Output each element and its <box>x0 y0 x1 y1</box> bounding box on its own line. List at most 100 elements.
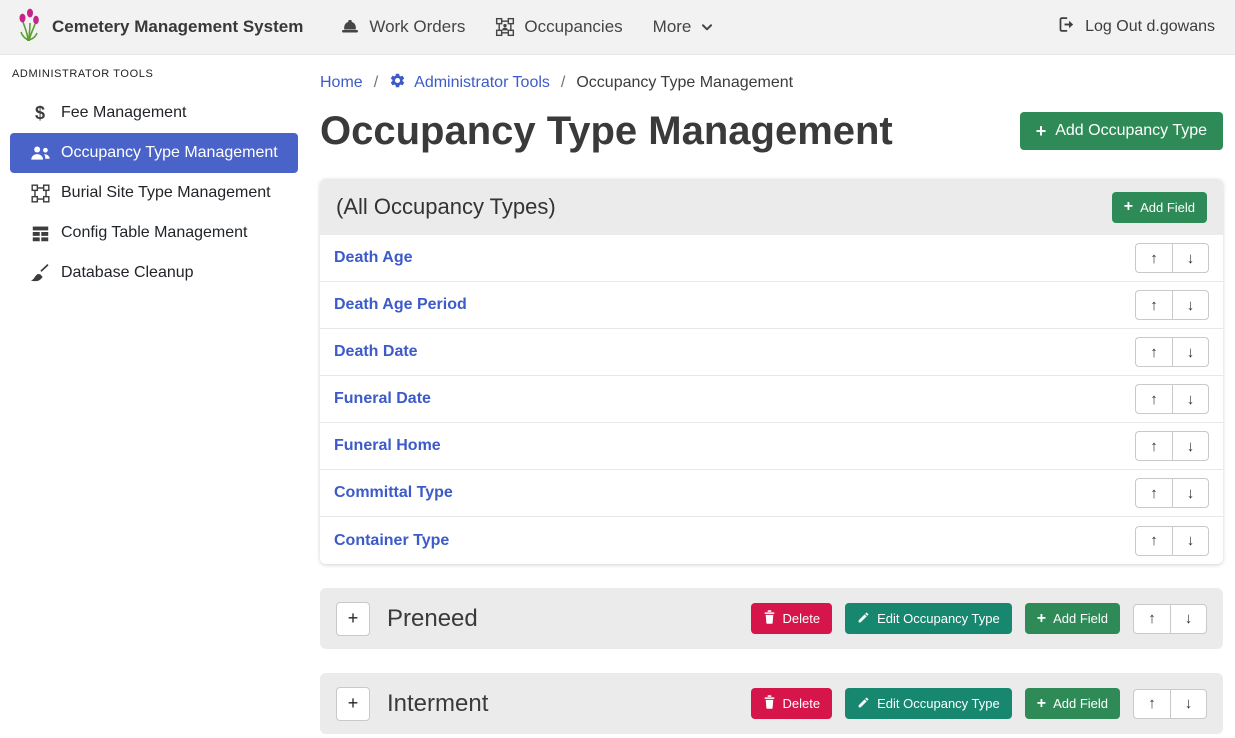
move-down-button[interactable]: ↓ <box>1172 384 1209 414</box>
plus-icon: + <box>1124 199 1133 215</box>
reorder-controls: ↑ ↓ <box>1135 431 1209 461</box>
section-title: Preneed <box>387 605 478 633</box>
move-up-button[interactable]: ↑ <box>1135 478 1172 508</box>
reorder-controls: ↑ ↓ <box>1135 384 1209 414</box>
move-up-button[interactable]: ↑ <box>1135 337 1172 367</box>
field-link-death-date[interactable]: Death Date <box>334 343 418 361</box>
plus-icon: + <box>1037 611 1046 627</box>
reorder-controls: ↑ ↓ <box>1135 478 1209 508</box>
vector-square-icon <box>29 184 51 203</box>
sidebar-item-fee-management[interactable]: $ Fee Management <box>10 93 298 133</box>
move-down-button[interactable]: ↓ <box>1172 243 1209 273</box>
field-link-death-age[interactable]: Death Age <box>334 249 413 267</box>
sidebar-item-label: Config Table Management <box>61 224 248 242</box>
add-field-button[interactable]: + Add Field <box>1025 603 1120 634</box>
breadcrumb-admin-tools-link[interactable]: Administrator Tools <box>389 72 550 94</box>
pencil-icon <box>857 611 870 627</box>
nav-label: Work Orders <box>369 17 465 37</box>
plus-icon: + <box>1037 696 1046 712</box>
add-field-button[interactable]: + Add Field <box>1025 688 1120 719</box>
main-nav: Work Orders Occupancies More <box>325 9 729 45</box>
section-interment: + Interment Delete <box>320 673 1223 734</box>
broom-icon <box>29 264 51 282</box>
move-up-button[interactable]: ↑ <box>1135 290 1172 320</box>
add-field-button[interactable]: + Add Field <box>1112 192 1207 223</box>
nav-work-orders[interactable]: Work Orders <box>325 9 480 45</box>
top-navbar: Cemetery Management System Work Orders <box>0 0 1235 55</box>
edit-occupancy-type-button[interactable]: Edit Occupancy Type <box>845 688 1012 719</box>
field-link-death-age-period[interactable]: Death Age Period <box>334 296 467 314</box>
field-row: Committal Type ↑ ↓ <box>320 470 1223 517</box>
breadcrumb-separator: / <box>374 74 378 92</box>
sidebar-item-label: Fee Management <box>61 104 186 122</box>
panel-header: (All Occupancy Types) + Add Field <box>320 179 1223 235</box>
section-preneed: + Preneed Delete <box>320 588 1223 649</box>
nav-occupancies[interactable]: Occupancies <box>480 9 637 45</box>
field-link-funeral-date[interactable]: Funeral Date <box>334 390 431 408</box>
move-down-button[interactable]: ↓ <box>1170 604 1207 634</box>
sidebar-item-label: Database Cleanup <box>61 264 194 282</box>
move-down-button[interactable]: ↓ <box>1170 689 1207 719</box>
trash-icon <box>763 695 776 712</box>
brand[interactable]: Cemetery Management System <box>16 8 303 47</box>
breadcrumb-current: Occupancy Type Management <box>576 74 793 92</box>
add-occupancy-type-button[interactable]: + Add Occupancy Type <box>1020 112 1223 150</box>
move-down-button[interactable]: ↓ <box>1172 526 1209 556</box>
reorder-controls: ↑ ↓ <box>1135 337 1209 367</box>
section-title: Interment <box>387 690 488 718</box>
logout-icon <box>1057 15 1076 39</box>
move-down-button[interactable]: ↓ <box>1172 337 1209 367</box>
expand-button[interactable]: + <box>336 687 370 721</box>
sidebar-item-config-table-management[interactable]: Config Table Management <box>10 213 298 253</box>
expand-button[interactable]: + <box>336 602 370 636</box>
edit-occupancy-type-button[interactable]: Edit Occupancy Type <box>845 603 1012 634</box>
move-up-button[interactable]: ↑ <box>1135 526 1172 556</box>
logout-label: Log Out d.gowans <box>1085 18 1215 36</box>
section-actions: Delete Edit Occupancy Type + Add Field ↑ <box>751 603 1207 634</box>
plus-icon: + <box>1036 122 1047 140</box>
breadcrumb-home-link[interactable]: Home <box>320 74 363 92</box>
table-icon <box>29 225 51 242</box>
move-down-button[interactable]: ↓ <box>1172 431 1209 461</box>
move-up-button[interactable]: ↑ <box>1135 384 1172 414</box>
page-title: Occupancy Type Management <box>320 107 893 155</box>
move-up-button[interactable]: ↑ <box>1135 431 1172 461</box>
field-row: Funeral Home ↑ ↓ <box>320 423 1223 470</box>
nav-label: More <box>653 17 692 37</box>
tulip-logo-icon <box>16 8 42 47</box>
sidebar-item-label: Burial Site Type Management <box>61 184 271 202</box>
nav-more[interactable]: More <box>638 9 730 45</box>
sidebar-heading: ADMINISTRATOR TOOLS <box>0 64 308 80</box>
logout-button[interactable]: Log Out d.gowans <box>1053 7 1219 47</box>
sidebar-item-database-cleanup[interactable]: Database Cleanup <box>10 253 298 293</box>
reorder-controls: ↑ ↓ <box>1135 243 1209 273</box>
chevron-down-icon <box>700 20 714 34</box>
delete-button[interactable]: Delete <box>751 603 833 634</box>
users-icon <box>29 144 51 162</box>
reorder-controls: ↑ ↓ <box>1133 689 1207 719</box>
move-up-button[interactable]: ↑ <box>1133 604 1170 634</box>
field-row: Death Age ↑ ↓ <box>320 235 1223 282</box>
field-link-funeral-home[interactable]: Funeral Home <box>334 437 441 455</box>
field-link-container-type[interactable]: Container Type <box>334 532 449 550</box>
sidebar-item-occupancy-type-management[interactable]: Occupancy Type Management <box>10 133 298 173</box>
move-down-button[interactable]: ↓ <box>1172 290 1209 320</box>
panel-title: (All Occupancy Types) <box>336 194 556 220</box>
move-down-button[interactable]: ↓ <box>1172 478 1209 508</box>
sidebar-item-label: Occupancy Type Management <box>61 144 278 162</box>
field-link-committal-type[interactable]: Committal Type <box>334 484 453 502</box>
reorder-controls: ↑ ↓ <box>1133 604 1207 634</box>
move-up-button[interactable]: ↑ <box>1133 689 1170 719</box>
trash-icon <box>763 610 776 627</box>
sidebar-item-burial-site-type-management[interactable]: Burial Site Type Management <box>10 173 298 213</box>
hard-hat-icon <box>340 17 360 37</box>
move-up-button[interactable]: ↑ <box>1135 243 1172 273</box>
occupancy-frame-icon <box>495 17 515 37</box>
delete-button[interactable]: Delete <box>751 688 833 719</box>
breadcrumb-separator: / <box>561 74 565 92</box>
reorder-controls: ↑ ↓ <box>1135 526 1209 556</box>
field-row: Container Type ↑ ↓ <box>320 517 1223 564</box>
field-row: Death Age Period ↑ ↓ <box>320 282 1223 329</box>
section-actions: Delete Edit Occupancy Type + Add Field ↑ <box>751 688 1207 719</box>
breadcrumb-label: Administrator Tools <box>414 74 550 92</box>
